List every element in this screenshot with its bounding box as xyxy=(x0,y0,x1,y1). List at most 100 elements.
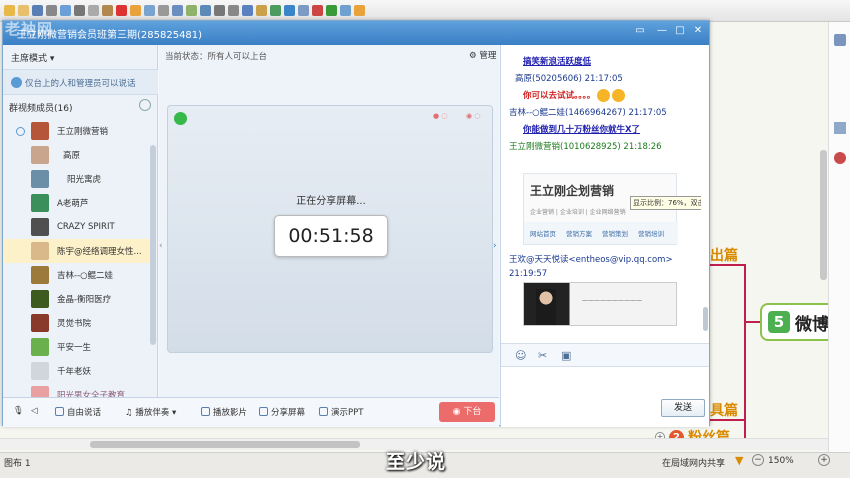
member-name: CRAZY SPIRIT xyxy=(57,222,115,232)
vertical-scrollbar[interactable] xyxy=(820,150,827,280)
marker-panel-icon[interactable] xyxy=(834,152,846,164)
cut-icon[interactable] xyxy=(74,5,85,16)
message-text: 你可以去试试。。。。 xyxy=(523,91,596,101)
avatar xyxy=(31,122,49,140)
mic-off-icon[interactable]: ● ◌ xyxy=(433,112,447,120)
boundary-icon[interactable] xyxy=(172,5,183,16)
home-icon[interactable] xyxy=(354,5,365,16)
send-button[interactable]: 发送 xyxy=(661,399,705,417)
open-icon[interactable] xyxy=(18,5,29,16)
accompany-button[interactable]: ♫ 播放伴奏 ▾ xyxy=(125,406,176,418)
sheet-tab[interactable]: 图布 1 xyxy=(4,456,31,469)
panel-icon[interactable] xyxy=(834,122,846,134)
emoji-icon[interactable]: ☺ xyxy=(515,349,526,362)
minimize-icon[interactable]: — xyxy=(653,23,671,38)
theme-icon[interactable] xyxy=(270,5,281,16)
list-item[interactable]: 阳光寓虎 xyxy=(3,167,149,191)
list-item[interactable]: 陈宇@经络调理女性... xyxy=(3,239,149,263)
list-item[interactable]: 阳光男女全子教育 xyxy=(3,383,149,397)
mindmap-topic-text[interactable]: 出篇 xyxy=(710,245,738,265)
group-video-window: 老衲网 王立刚微营销会员班第三期(285825481) ▭ — □ ✕ 主席模式… xyxy=(2,20,710,427)
mindmap-topic-text[interactable]: 具篇 xyxy=(710,400,738,420)
globe-icon[interactable] xyxy=(284,5,295,16)
zoom-in-icon[interactable]: + xyxy=(818,454,830,466)
drill-up-icon[interactable] xyxy=(340,5,351,16)
step-down-button[interactable]: ◉ 下台 xyxy=(439,402,495,422)
present-ppt-button[interactable]: 演示PPT xyxy=(319,406,363,418)
chevron-down-icon: ▾ xyxy=(49,54,55,64)
pin-icon[interactable] xyxy=(834,34,846,46)
next-arrow-icon[interactable]: › xyxy=(493,241,497,251)
insert-topic-icon[interactable] xyxy=(130,5,141,16)
list-item[interactable]: 灵觉书院 xyxy=(3,311,149,335)
window-titlebar[interactable]: 老衲网 王立刚微营销会员班第三期(285825481) ▭ — □ ✕ xyxy=(3,20,709,45)
delete-icon[interactable] xyxy=(116,5,127,16)
play-video-button[interactable]: 播放影片 xyxy=(201,406,247,418)
talk-icon xyxy=(55,407,64,416)
summary-icon[interactable] xyxy=(186,5,197,16)
present-ppt-label: 演示PPT xyxy=(331,408,364,418)
card-nav-item: 网站首页 xyxy=(530,230,556,238)
chat-message: 搞笑新浪活跃度低 xyxy=(523,57,592,67)
list-item[interactable]: 王立刚微营销 xyxy=(3,119,149,143)
save-icon[interactable] xyxy=(32,5,43,16)
members-panel: 主席模式 ▾ 仅台上的人和管理员可以说话 群视频成员(16) 王立刚微营销 高原… xyxy=(3,45,158,397)
scissors-icon[interactable]: ✂ xyxy=(538,349,547,362)
share-status[interactable]: 在局域网内共享 xyxy=(662,456,725,469)
chat-sender: 吉林--○鲲二娃(1466964267) 21:17:05 xyxy=(509,108,667,118)
list-item[interactable]: A老萌芦 xyxy=(3,191,149,215)
list-item[interactable]: 千年老妖 xyxy=(3,359,149,383)
chat-scrollbar[interactable] xyxy=(703,307,708,331)
new-icon[interactable] xyxy=(4,5,15,16)
member-name: 金晶-衡阳医疗 xyxy=(57,295,112,305)
mic-icon[interactable]: 🎙 xyxy=(13,406,24,416)
zoom-out-icon[interactable]: − xyxy=(752,454,764,466)
marker-icon[interactable] xyxy=(312,5,323,16)
share-screen-button[interactable]: 分享屏幕 xyxy=(259,406,305,418)
list-item[interactable]: 平安一生 xyxy=(3,335,149,359)
paste-icon[interactable] xyxy=(102,5,113,16)
drill-down-icon[interactable] xyxy=(326,5,337,16)
copy-icon[interactable] xyxy=(88,5,99,16)
member-list[interactable]: 王立刚微营销 高原 阳光寓虎 A老萌芦 CRAZY SPIRIT 陈宇@经络调理… xyxy=(3,117,158,397)
undo-icon[interactable] xyxy=(60,5,71,16)
maximize-icon[interactable]: □ xyxy=(671,23,689,38)
screen-share-panel[interactable]: ● ◌ ◉ ◌ 正在分享屏幕... 00:51:58 xyxy=(167,105,493,353)
shared-photo[interactable]: —————————— xyxy=(523,282,677,326)
list-item[interactable]: 吉林--○鲲二娃 xyxy=(3,263,149,287)
close-icon[interactable]: ✕ xyxy=(689,23,707,38)
prev-arrow-icon[interactable]: ‹ xyxy=(159,241,163,251)
layout-icon[interactable] xyxy=(256,5,267,16)
style-icon[interactable] xyxy=(242,5,253,16)
relation-icon[interactable] xyxy=(158,5,169,16)
speaker-icon[interactable]: ◁ xyxy=(31,406,38,416)
members-scrollbar[interactable] xyxy=(150,145,156,345)
link-icon[interactable] xyxy=(214,5,225,16)
manage-button[interactable]: ⚙ 管理 xyxy=(469,49,496,61)
print-icon[interactable] xyxy=(46,5,57,16)
invite-icon[interactable] xyxy=(139,99,151,111)
free-talk-button[interactable]: 自由说话 xyxy=(55,406,101,418)
subtopic-icon[interactable] xyxy=(144,5,155,16)
avatar xyxy=(31,386,49,397)
skin-icon[interactable]: ▭ xyxy=(631,23,649,38)
zoom-level: 150% xyxy=(768,456,794,466)
gear-icon: ⚙ xyxy=(469,51,477,61)
list-item[interactable]: CRAZY SPIRIT xyxy=(3,215,149,239)
chat-history[interactable]: 搞笑新浪活跃度低 高原(50205606) 21:17:05 你可以去试试。。。… xyxy=(501,45,701,327)
member-name: 阳光男女全子教育 xyxy=(57,391,126,397)
node-number: 5 xyxy=(768,311,790,333)
list-item[interactable]: 高原 xyxy=(3,143,149,167)
accompany-label: 播放伴奏 xyxy=(135,408,170,418)
mindmap-branch-line xyxy=(744,264,746,439)
mode-dropdown[interactable]: 主席模式 ▾ xyxy=(11,51,54,64)
window-title: 王立刚微营销会员班第三期(285825481) xyxy=(17,30,203,41)
filter-icon[interactable]: ▼ xyxy=(735,454,743,467)
attach-icon[interactable] xyxy=(228,5,239,16)
note-icon[interactable] xyxy=(200,5,211,16)
list-item[interactable]: 金晶-衡阳医疗 xyxy=(3,287,149,311)
image-icon[interactable] xyxy=(298,5,309,16)
chat-bubble-icon[interactable]: ◉ ◌ xyxy=(466,112,480,120)
picture-icon[interactable]: ▣ xyxy=(561,349,571,362)
scroll-thumb[interactable] xyxy=(90,441,360,448)
